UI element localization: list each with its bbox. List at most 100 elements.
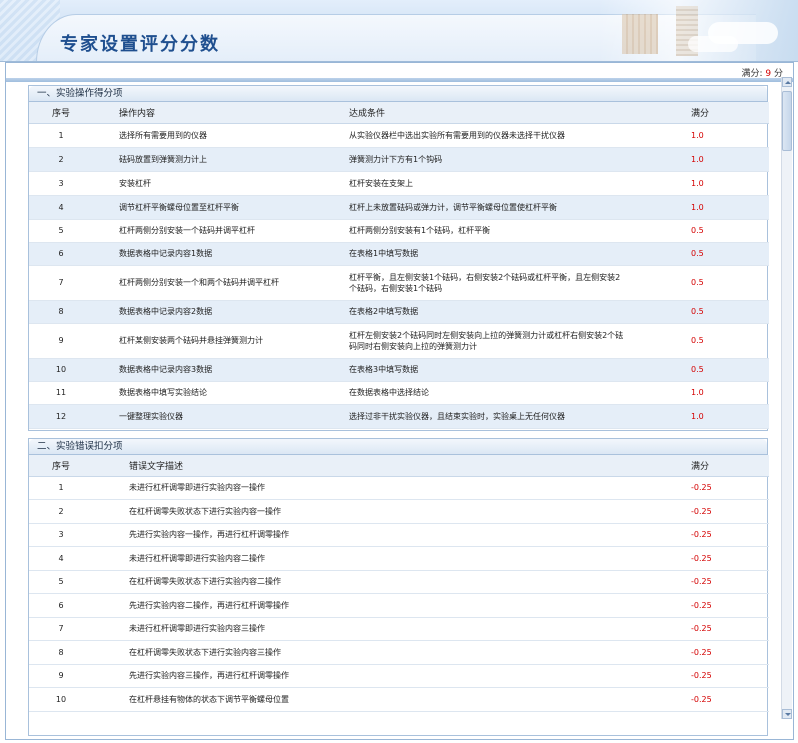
operation-score-table: 序号 操作内容 达成条件 满分 1 选择所有需要用到的仪器 从实验仪器栏中选出实验所…: [29, 102, 769, 429]
table-row: 5 在杠杆调零失败状态下进行实验内容二操作 -0.25: [29, 570, 769, 594]
table-row: 4 调节杠杆平衡螺母位置至杠杆平衡 杠杆上未放置砝码或弹力计，调节平衡螺母位置使杠杆…: [29, 195, 769, 220]
max-score: 0.5: [687, 265, 769, 301]
vertical-scrollbar[interactable]: [781, 77, 792, 719]
cloud-illustration: [688, 36, 738, 52]
scroll-down-arrow-icon[interactable]: [782, 709, 792, 719]
max-score: 1.0: [687, 404, 769, 429]
operation-score-section: 一、实验操作得分项 序号 操作内容 达成条件 满分 1 选择所有需要用到的仪器 从实…: [28, 85, 769, 431]
achievement-condition: 从实验仪器栏中选出实验所有需要用到的仪器未选择干扰仪器: [329, 123, 687, 148]
table-row: 1 未进行杠杆调零即进行实验内容一操作 -0.25: [29, 476, 769, 500]
row-number: 6: [29, 242, 93, 266]
row-number: 8: [29, 640, 93, 665]
row-number: 11: [29, 381, 93, 405]
row-number: 9: [29, 664, 93, 688]
table-row: 10 在杠杆悬挂有物体的状态下调节平衡螺母位置 -0.25: [29, 687, 769, 712]
operation-content: 杠杆某侧安装两个砝码并悬挂弹簧测力计: [93, 323, 329, 359]
column-header: 操作内容: [93, 102, 329, 124]
error-description: 在杠杆调零失败状态下进行实验内容一操作: [93, 499, 687, 524]
operation-content: 数据表格中记录内容1数据: [93, 242, 329, 266]
max-score: 0.5: [687, 323, 769, 359]
achievement-condition: 选择过非干扰实验仪器，且结束实验时，实验桌上无任何仪器: [329, 404, 687, 429]
column-header: 错误文字描述: [93, 455, 687, 477]
deduction-score: -0.25: [687, 617, 769, 641]
table-row: 6 数据表格中记录内容1数据 在表格1中填写数据 0.5: [29, 242, 769, 266]
deduction-score: -0.25: [687, 499, 769, 524]
column-header: 序号: [29, 455, 93, 477]
operation-content: 数据表格中记录内容2数据: [93, 300, 329, 324]
row-number: 9: [29, 323, 93, 359]
max-score: 1.0: [687, 147, 769, 172]
error-description: 未进行杠杆调零即进行实验内容三操作: [93, 617, 687, 641]
max-score: 1.0: [687, 123, 769, 148]
section-title: 二、实验错误扣分项: [29, 439, 767, 455]
row-number: 3: [29, 171, 93, 196]
row-number: 10: [29, 687, 93, 712]
table-row: 9 杠杆某侧安装两个砝码并悬挂弹簧测力计 杠杆左侧安装2个砝码同时左侧安装向上拉的弹…: [29, 323, 769, 359]
table-row: 1 选择所有需要用到的仪器 从实验仪器栏中选出实验所有需要用到的仪器未选择干扰仪器 1…: [29, 123, 769, 148]
row-number: 1: [29, 123, 93, 148]
row-number: 5: [29, 570, 93, 594]
table-row: 7 未进行杠杆调零即进行实验内容三操作 -0.25: [29, 617, 769, 641]
table-row: 10 数据表格中记录内容3数据 在表格3中填写数据 0.5: [29, 358, 769, 382]
operation-content: 杠杆两侧分别安装一个和两个砝码并调平杠杆: [93, 265, 329, 301]
table-header-row: 序号 操作内容 达成条件 满分: [29, 102, 769, 124]
row-number: 4: [29, 195, 93, 220]
column-header: 满分: [687, 455, 769, 477]
achievement-condition: 杠杆安装在支架上: [329, 171, 687, 196]
operation-content: 选择所有需要用到的仪器: [93, 123, 329, 148]
achievement-condition: 在表格3中填写数据: [329, 358, 687, 382]
error-description: 在杠杆调零失败状态下进行实验内容三操作: [93, 640, 687, 665]
row-number: 1: [29, 476, 93, 500]
error-description: 先进行实验内容二操作，再进行杠杆调零操作: [93, 593, 687, 618]
table-header-row: 序号 错误文字描述 满分: [29, 455, 769, 477]
achievement-condition: 杠杆上未放置砝码或弹力计，调节平衡螺母位置使杠杆平衡: [329, 195, 687, 220]
deduction-score: -0.25: [687, 476, 769, 500]
row-number: 12: [29, 404, 93, 429]
deduction-score: -0.25: [687, 523, 769, 547]
operation-content: 一键整理实验仪器: [93, 404, 329, 429]
row-number: 7: [29, 617, 93, 641]
column-header: 达成条件: [329, 102, 687, 124]
deduction-score: -0.25: [687, 570, 769, 594]
table-row: 2 在杠杆调零失败状态下进行实验内容一操作 -0.25: [29, 499, 769, 524]
max-score: 0.5: [687, 219, 769, 243]
row-number: 2: [29, 147, 93, 172]
error-description: 未进行杠杆调零即进行实验内容一操作: [93, 476, 687, 500]
achievement-condition: 杠杆两侧分别安装有1个砝码，杠杆平衡: [329, 219, 687, 243]
achievement-condition: 弹簧测力计下方有1个钩码: [329, 147, 687, 172]
scrollbar-thumb[interactable]: [782, 91, 792, 151]
achievement-condition: 在表格1中填写数据: [329, 242, 687, 266]
deduction-score: -0.25: [687, 640, 769, 665]
max-score: 0.5: [687, 242, 769, 266]
table-row: 3 先进行实验内容一操作，再进行杠杆调零操作 -0.25: [29, 523, 769, 547]
achievement-condition: 在表格2中填写数据: [329, 300, 687, 324]
column-header: 满分: [687, 102, 769, 124]
row-number: 10: [29, 358, 93, 382]
column-header: 序号: [29, 102, 93, 124]
row-number: 3: [29, 523, 93, 547]
table-row: 8 数据表格中记录内容2数据 在表格2中填写数据 0.5: [29, 300, 769, 324]
error-deduction-section: 二、实验错误扣分项 序号 错误文字描述 满分 1 未进行杠杆调零即进行实验内容一操…: [28, 438, 769, 736]
operation-content: 调节杠杆平衡螺母位置至杠杆平衡: [93, 195, 329, 220]
deduction-score: -0.25: [687, 664, 769, 688]
error-description: 在杠杆悬挂有物体的状态下调节平衡螺母位置: [93, 687, 687, 712]
row-number: 8: [29, 300, 93, 324]
table-row: 7 杠杆两侧分别安装一个和两个砝码并调平杠杆 杠杆平衡，且左侧安装1个砝码，右侧安装…: [29, 265, 769, 301]
table-row: 5 杠杆两侧分别安装一个砝码并调平杠杆 杠杆两侧分别安装有1个砝码，杠杆平衡 0.5: [29, 219, 769, 243]
score-content-area: 一、实验操作得分项 序号 操作内容 达成条件 满分 1 选择所有需要用到的仪器 从实…: [6, 82, 793, 739]
operation-content: 数据表格中填写实验结论: [93, 381, 329, 405]
achievement-condition: 杠杆平衡，且左侧安装1个砝码，右侧安装2个砝码或杠杆平衡，且左侧安装2个砝码，右…: [329, 265, 687, 301]
table-row: 2 砝码放置到弹簧测力计上 弹簧测力计下方有1个钩码 1.0: [29, 147, 769, 172]
operation-content: 砝码放置到弹簧测力计上: [93, 147, 329, 172]
main-panel: 满分: 9 分 一、实验操作得分项 序号 操作内容 达成条件 满分 1 选择所有…: [5, 62, 794, 740]
max-score: 1.0: [687, 171, 769, 196]
error-deduction-table: 序号 错误文字描述 满分 1 未进行杠杆调零即进行实验内容一操作 -0.25 2 在杠杆…: [29, 455, 769, 712]
operation-content: 数据表格中记录内容3数据: [93, 358, 329, 382]
scroll-up-arrow-icon[interactable]: [782, 77, 792, 87]
row-number: 6: [29, 593, 93, 618]
max-score: 1.0: [687, 381, 769, 405]
deduction-score: -0.25: [687, 593, 769, 618]
achievement-condition: 杠杆左侧安装2个砝码同时左侧安装向上拉的弹簧测力计或杠杆右侧安装2个砝码同时右侧…: [329, 323, 687, 359]
table-row: 9 先进行实验内容三操作，再进行杠杆调零操作 -0.25: [29, 664, 769, 688]
deduction-score: -0.25: [687, 546, 769, 571]
